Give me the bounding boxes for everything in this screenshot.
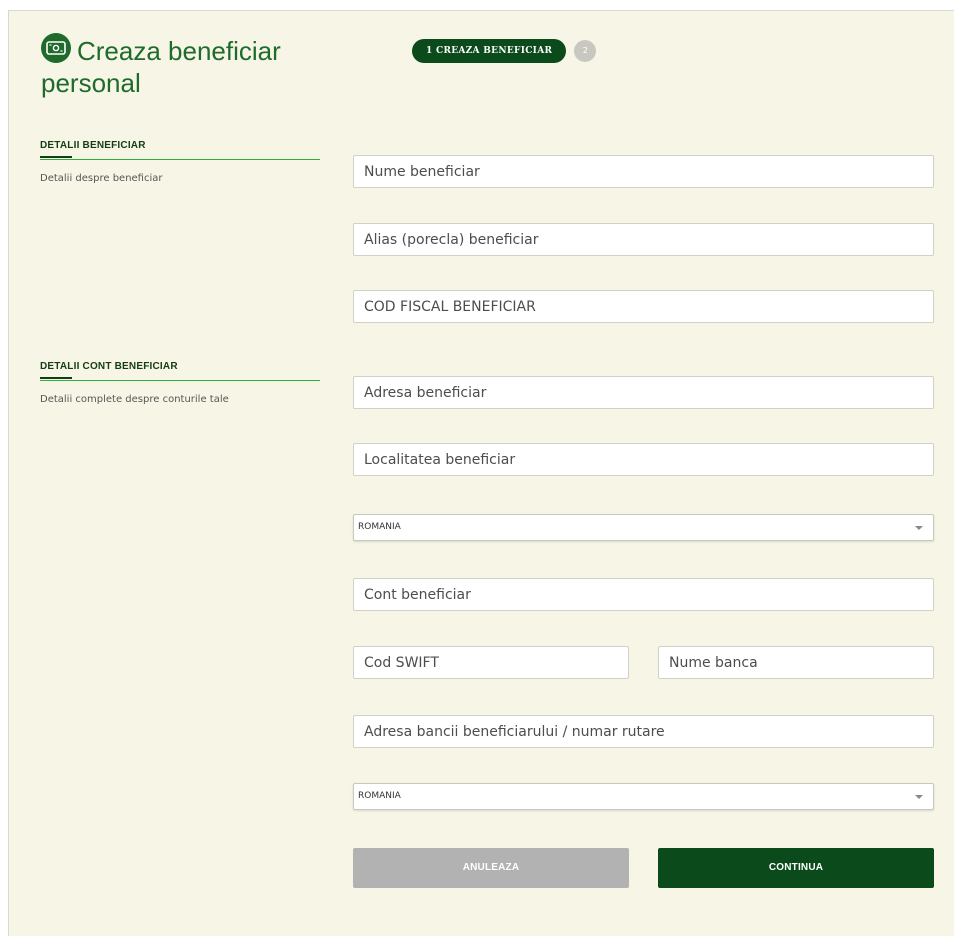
stepper: 1 CREAZA BENEFICIAR 2	[412, 39, 597, 63]
create-beneficiary-panel: Creaza beneficiar personal 1 CREAZA BENE…	[8, 10, 954, 936]
page-title-text: Creaza beneficiar personal	[41, 36, 281, 98]
account-number-input[interactable]	[353, 578, 934, 611]
section-title: DETALII CONT BENEFICIAR	[40, 361, 178, 372]
section-description: Detalii despre beneficiar	[40, 173, 163, 184]
country-select-value: ROMANIA	[358, 522, 401, 532]
section-divider	[40, 156, 320, 160]
chevron-down-icon	[915, 526, 923, 530]
step-2-inactive: 2	[574, 40, 597, 62]
bank-name-input[interactable]	[658, 646, 934, 679]
continue-button[interactable]: CONTINUA	[658, 848, 934, 888]
chevron-down-icon	[915, 795, 923, 799]
page-title: Creaza beneficiar personal	[41, 33, 321, 99]
section-divider	[40, 377, 320, 381]
beneficiary-city-input[interactable]	[353, 443, 934, 476]
beneficiary-alias-input[interactable]	[353, 223, 934, 256]
swift-code-input[interactable]	[353, 646, 629, 679]
fiscal-code-input[interactable]	[353, 290, 934, 323]
bank-country-select-value: ROMANIA	[358, 791, 401, 801]
country-select[interactable]: ROMANIA	[353, 514, 934, 541]
section-description: Detalii complete despre conturile tale	[40, 394, 229, 405]
section-account-details: DETALII CONT BENEFICIAR Detalii complete…	[40, 361, 320, 405]
cancel-button[interactable]: ANULEAZA	[353, 848, 629, 888]
beneficiary-name-input[interactable]	[353, 155, 934, 188]
section-beneficiary-details: DETALII BENEFICIAR Detalii despre benefi…	[40, 140, 320, 184]
section-title: DETALII BENEFICIAR	[40, 140, 146, 151]
bill-icon	[41, 33, 71, 63]
bank-country-select[interactable]: ROMANIA	[353, 783, 934, 810]
bank-address-input[interactable]	[353, 715, 934, 748]
step-1-active: 1 CREAZA BENEFICIAR	[412, 39, 567, 63]
beneficiary-address-input[interactable]	[353, 376, 934, 409]
